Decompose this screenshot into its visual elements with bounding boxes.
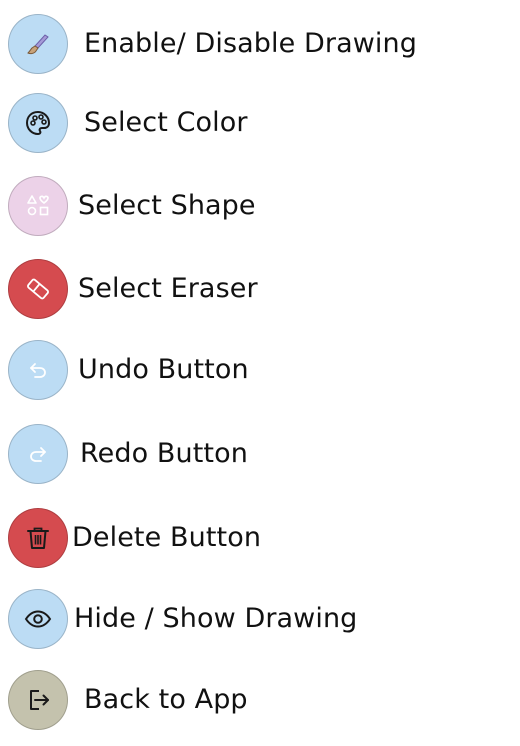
palette-icon [25,110,51,136]
exit-icon [30,690,49,710]
select-shape-button[interactable] [8,176,68,236]
eraser-icon [27,278,49,300]
redo-icon [30,447,46,462]
undo-label: Undo Button [78,354,249,385]
select-shape-label: Select Shape [78,190,256,221]
delete-label: Delete Button [72,522,262,553]
menu-item-back[interactable]: Back to App [0,670,520,732]
brush-icon [27,34,49,55]
undo-icon [30,363,46,378]
menu-item-hide-show[interactable]: Hide / Show Drawing [0,589,520,651]
menu-item-select-color[interactable]: Select Color [0,93,520,155]
select-color-label: Select Color [84,107,248,138]
redo-label: Redo Button [80,438,248,469]
menu-item-toggle-drawing[interactable]: Enable/ Disable Drawing [0,14,520,76]
menu-item-delete[interactable]: Delete Button [0,508,520,570]
trash-icon [27,527,49,549]
hide-show-button[interactable] [8,589,68,649]
shapes-icon [27,195,49,216]
delete-button[interactable] [8,508,68,568]
back-to-app-label: Back to App [84,684,248,715]
toggle-drawing-button[interactable] [8,14,68,74]
menu-item-undo[interactable]: Undo Button [0,340,520,402]
menu-item-select-shape[interactable]: Select Shape [0,176,520,238]
undo-button[interactable] [8,340,68,400]
eye-icon [24,610,52,628]
hide-show-label: Hide / Show Drawing [74,603,358,634]
back-to-app-button[interactable] [8,670,68,730]
select-color-button[interactable] [8,93,68,153]
menu-item-redo[interactable]: Redo Button [0,424,520,486]
select-eraser-label: Select Eraser [78,273,258,304]
select-eraser-button[interactable] [8,259,68,319]
menu-item-select-eraser[interactable]: Select Eraser [0,259,520,321]
redo-button[interactable] [8,424,68,484]
toggle-drawing-label: Enable/ Disable Drawing [84,28,417,59]
